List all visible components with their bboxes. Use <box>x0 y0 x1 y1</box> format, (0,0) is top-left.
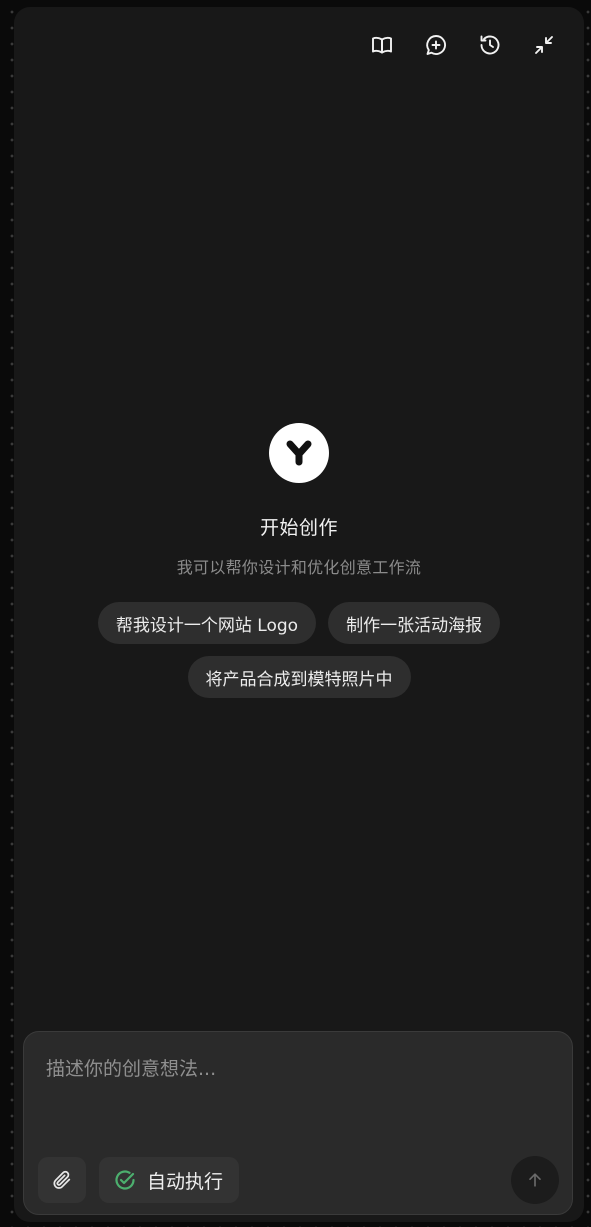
suggestion-list: 帮我设计一个网站 Logo 制作一张活动海报 将产品合成到模特照片中 <box>74 602 524 698</box>
history-icon <box>480 35 500 55</box>
app-logo <box>269 423 329 483</box>
panel-toolbar <box>366 31 560 59</box>
send-button[interactable] <box>511 1156 559 1204</box>
suggestion-chip[interactable]: 将产品合成到模特照片中 <box>187 656 411 698</box>
prompt-composer: 自动执行 <box>23 1031 573 1215</box>
welcome-hero: 开始创作 我可以帮你设计和优化创意工作流 帮我设计一个网站 Logo 制作一张活… <box>14 423 584 698</box>
hero-subtitle: 我可以帮你设计和优化创意工作流 <box>176 558 422 577</box>
minimize-button[interactable] <box>528 31 560 59</box>
book-open-icon <box>372 36 392 54</box>
suggestion-chip[interactable]: 帮我设计一个网站 Logo <box>97 602 317 644</box>
prompt-input[interactable] <box>44 1052 548 1136</box>
hero-title: 开始创作 <box>259 517 338 539</box>
suggestion-chip[interactable]: 制作一张活动海报 <box>328 602 501 644</box>
paperclip-icon <box>53 1170 71 1189</box>
new-chat-button[interactable] <box>420 31 452 59</box>
attach-button[interactable] <box>38 1157 86 1203</box>
history-button[interactable] <box>474 31 506 59</box>
auto-execute-toggle[interactable]: 自动执行 <box>99 1157 240 1203</box>
new-chat-icon <box>426 35 447 55</box>
arrow-up-icon <box>529 1173 541 1187</box>
y-logo-icon <box>286 440 312 466</box>
docs-button[interactable] <box>366 31 398 59</box>
assistant-panel: 开始创作 我可以帮你设计和优化创意工作流 帮我设计一个网站 Logo 制作一张活… <box>14 7 584 1222</box>
auto-execute-label: 自动执行 <box>147 1170 224 1193</box>
check-circle-icon <box>115 1170 135 1190</box>
minimize-icon <box>535 36 553 54</box>
